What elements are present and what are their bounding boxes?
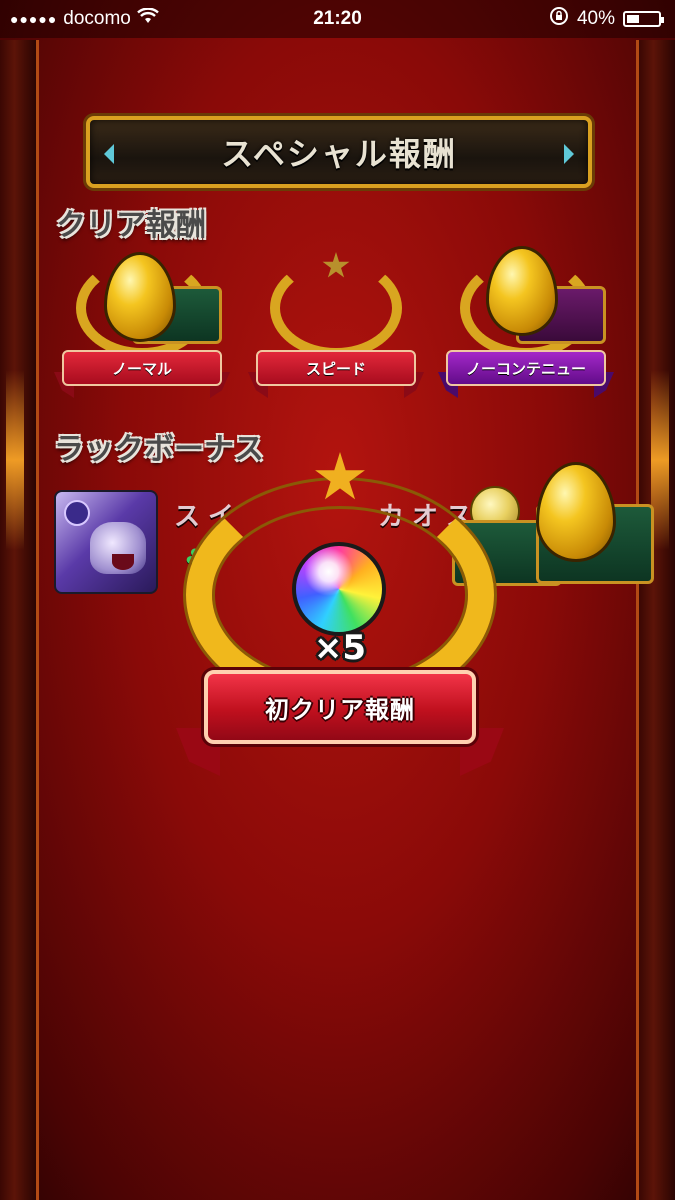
award-label: 初クリア報酬 [265, 695, 415, 724]
badge-label: スピード [256, 350, 416, 386]
frame-left [0, 40, 39, 1200]
element-icon [64, 500, 90, 526]
battery-icon [623, 11, 664, 27]
badge-normal: ノーマル [54, 252, 230, 402]
clear-rewards-label: クリア報酬 [56, 208, 206, 243]
battery-percent: 40% [576, 8, 615, 29]
award-ribbon: 初クリア報酬 [204, 670, 476, 744]
left-arrow-icon [104, 144, 114, 164]
right-arrow-icon [564, 144, 574, 164]
carrier-label: docomo [63, 8, 131, 29]
first-clear-award: ×5 初クリア報酬 [170, 450, 510, 780]
wifi-icon [137, 7, 159, 30]
orb-count: ×5 [313, 628, 367, 668]
badge-speed: スピード [248, 252, 424, 402]
rotation-lock-icon [549, 6, 569, 32]
badge-no-continue: ノーコンテニュー [438, 246, 614, 402]
badge-label: ノーコンテニュー [446, 350, 606, 386]
laurel-icon [270, 258, 402, 358]
title-plate: スペシャル報酬 [86, 116, 592, 188]
rainbow-orb-icon [292, 542, 386, 636]
page-title: スペシャル報酬 [221, 135, 457, 173]
frame-right [636, 40, 675, 1200]
signal-icon: ●●●●● [10, 11, 58, 27]
status-bar: ●●●●● docomo 21:20 40% [0, 0, 675, 38]
golden-egg-icon [536, 462, 616, 562]
golden-egg-icon [486, 246, 558, 336]
badge-label: ノーマル [62, 350, 222, 386]
monster-avatar [54, 490, 158, 594]
